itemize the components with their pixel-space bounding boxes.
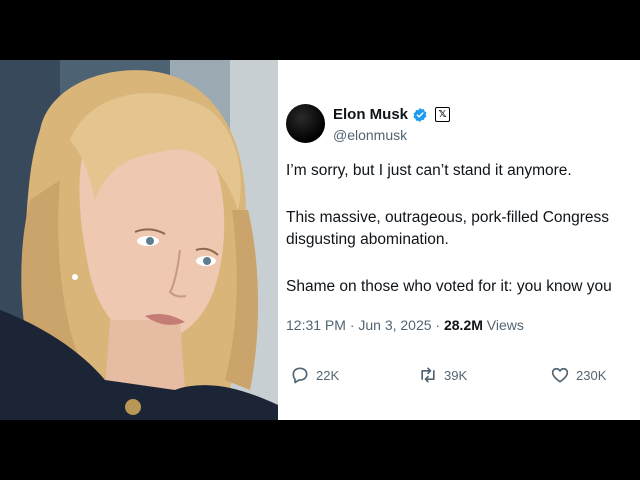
tweet-paragraph-2: This massive, outrageous, pork-filled Co… bbox=[286, 207, 609, 251]
reply-button[interactable]: 22K bbox=[290, 365, 339, 385]
tweet-paragraph-1: I’m sorry, but I just can’t stand it any… bbox=[286, 162, 572, 179]
news-photo bbox=[0, 60, 278, 420]
handle[interactable]: @elonmusk bbox=[333, 127, 407, 143]
tweet-line-2b: disgusting abomination. bbox=[286, 231, 449, 248]
avatar[interactable] bbox=[286, 104, 325, 143]
views-count: 28.2M bbox=[443, 317, 483, 333]
views-label: Views bbox=[482, 317, 524, 333]
x-logo-icon: 𝕏 bbox=[435, 107, 451, 122]
like-icon bbox=[551, 367, 569, 383]
like-button[interactable]: 230K bbox=[550, 365, 606, 385]
tweet-line-2a: This massive, outrageous, pork-filled Co… bbox=[286, 209, 610, 226]
reply-icon bbox=[292, 367, 308, 384]
timestamp[interactable]: 12:31 PM · Jun 3, 2025 · bbox=[286, 317, 444, 333]
tweet-paragraph-3: Shame on those who voted for it: you kno… bbox=[286, 278, 612, 295]
verified-badge-icon bbox=[413, 107, 427, 122]
repost-count: 39K bbox=[444, 367, 468, 383]
like-count: 230K bbox=[576, 367, 607, 383]
tweet-meta: 12:31 PM · Jun 3, 2025 · 28.2M Views bbox=[286, 317, 524, 333]
repost-button[interactable]: 39K bbox=[418, 365, 467, 385]
display-name[interactable]: Elon Musk bbox=[333, 106, 408, 123]
repost-icon bbox=[421, 367, 435, 383]
tweet-card: Elon Musk 𝕏 @elonmusk I’m sorry, but I j… bbox=[278, 60, 640, 420]
author-row: Elon Musk 𝕏 bbox=[333, 106, 451, 123]
reply-count: 22K bbox=[316, 367, 340, 383]
action-bar: 22K 39K 230K bbox=[290, 365, 620, 387]
